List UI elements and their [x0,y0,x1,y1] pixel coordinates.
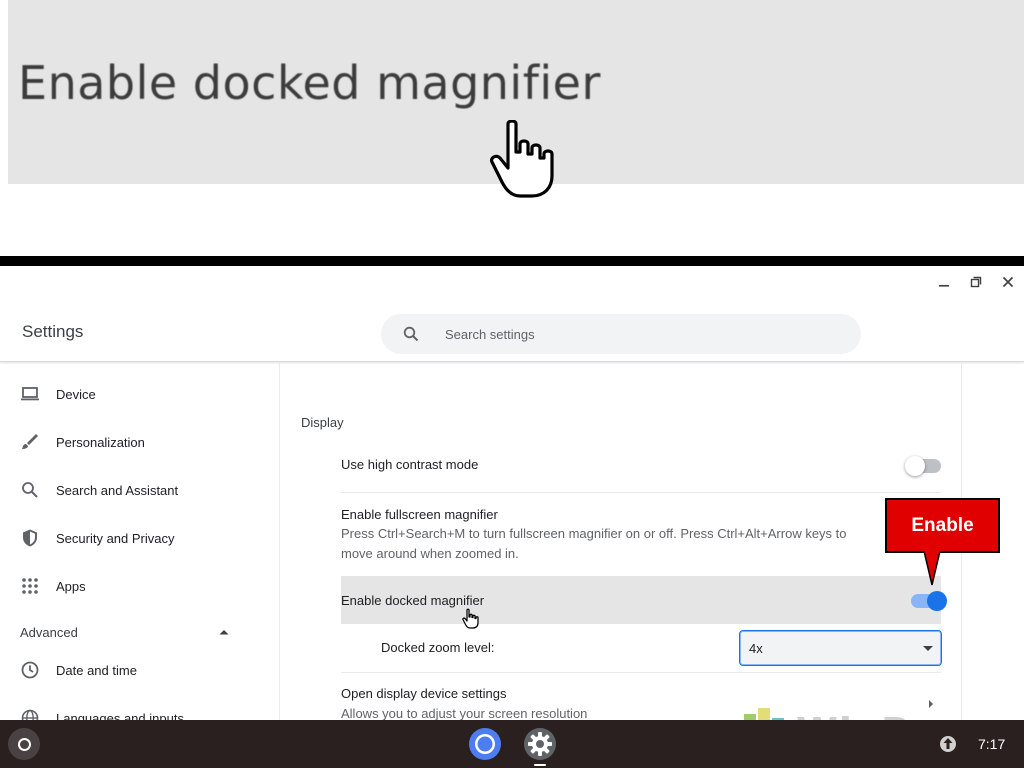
docked-magnifier-row[interactable]: Enable docked magnifier [341,576,947,624]
minimize-icon [939,285,949,287]
docked-zoom-value: 4x [749,641,763,656]
clock[interactable]: 7:17 [978,736,1005,752]
hand-cursor-icon [462,608,479,629]
high-contrast-row[interactable]: Use high contrast mode [341,453,941,489]
search-input[interactable] [445,314,845,354]
advanced-label: Advanced [20,624,78,640]
sidebar-item-languages-and-inputs[interactable]: Languages and inputs [0,698,279,721]
section-title-display: Display [301,415,344,430]
search-icon [403,326,419,342]
zoomed-hand-cursor-icon [490,120,554,198]
fullscreen-magnifier-description: Press Ctrl+Search+M to turn fullscreen m… [341,526,847,561]
sidebar-item-search-and-assistant[interactable]: Search and Assistant [0,470,279,510]
settings-window: Settings Device Personalization Search a… [0,266,1024,720]
chrome-app-button[interactable] [468,727,502,761]
restore-button[interactable] [960,266,992,298]
apps-grid-icon [20,576,40,596]
clock-icon [20,660,40,680]
sidebar-advanced-toggle[interactable]: Advanced [0,612,279,652]
sidebar-item-device[interactable]: Device [0,374,279,414]
docked-magnifier-view: Enable docked magnifier [0,0,1024,256]
display-device-label: Open display device settings [341,686,507,701]
minimize-button[interactable] [928,266,960,298]
sidebar-item-label: Search and Assistant [56,482,179,498]
launcher-icon [17,737,31,751]
magnifier-divider[interactable] [0,256,1024,266]
taskbar: 7:17 [0,720,1024,768]
screen: Enable docked magnifier Settings Search … [0,0,1024,768]
sidebar-item-label: Languages and inputs [56,710,184,721]
docked-magnifier-toggle[interactable] [911,591,947,611]
callout-text: Enable [911,514,974,536]
toggle-knob [905,456,925,476]
search-box[interactable] [381,314,861,354]
active-app-indicator [534,764,546,766]
sidebar-item-label: Apps [56,578,86,594]
zoomed-docked-magnifier-label: Enable docked magnifier [18,56,601,110]
enable-callout: Enable [885,498,1000,553]
sidebar-item-label: Device [56,386,96,402]
globe-icon [20,708,40,720]
search-icon [20,480,40,500]
fullscreen-magnifier-row[interactable]: Enable fullscreen magnifier Press Ctrl+S… [341,492,941,576]
sidebar-item-security-and-privacy[interactable]: Security and Privacy [0,518,279,558]
restore-icon [970,276,982,288]
settings-app-button[interactable] [523,727,557,761]
high-contrast-label: Use high contrast mode [341,457,479,472]
docked-magnifier-label: Enable docked magnifier [341,593,485,608]
gear-icon [524,728,556,760]
close-icon [1002,276,1014,288]
sidebar-item-date-and-time[interactable]: Date and time [0,650,279,690]
sidebar-item-apps[interactable]: Apps [0,566,279,606]
chevron-up-icon [219,630,229,635]
close-button[interactable] [992,266,1024,298]
docked-zoom-row: Docked zoom level: 4x [341,630,961,666]
page-title: Settings [22,322,84,341]
sidebar-item-label: Personalization [56,434,145,450]
laptop-icon [20,384,40,404]
sidebar-item-label: Date and time [56,662,137,678]
toggle-knob [927,591,947,611]
sidebar-item-personalization[interactable]: Personalization [0,422,279,462]
sidebar-item-label: Security and Privacy [56,530,175,546]
sidebar: Device Personalization Search and Assist… [0,363,280,720]
caret-down-icon [923,646,933,651]
update-icon[interactable] [938,734,958,754]
settings-content: Display Use high contrast mode Enable fu… [280,363,962,720]
docked-zoom-label: Docked zoom level: [381,640,495,655]
high-contrast-toggle[interactable] [905,456,941,476]
brush-icon [20,432,40,452]
chrome-icon [469,728,501,760]
shield-icon [20,528,40,548]
settings-header: Settings [0,298,1024,362]
fullscreen-magnifier-label: Enable fullscreen magnifier [341,507,498,522]
docked-zoom-select[interactable]: 4x [739,630,942,666]
display-device-description: Allows you to adjust your screen resolut… [341,706,588,720]
launcher-button[interactable] [8,728,40,760]
window-controls [928,266,1024,298]
callout-pointer [923,551,941,586]
